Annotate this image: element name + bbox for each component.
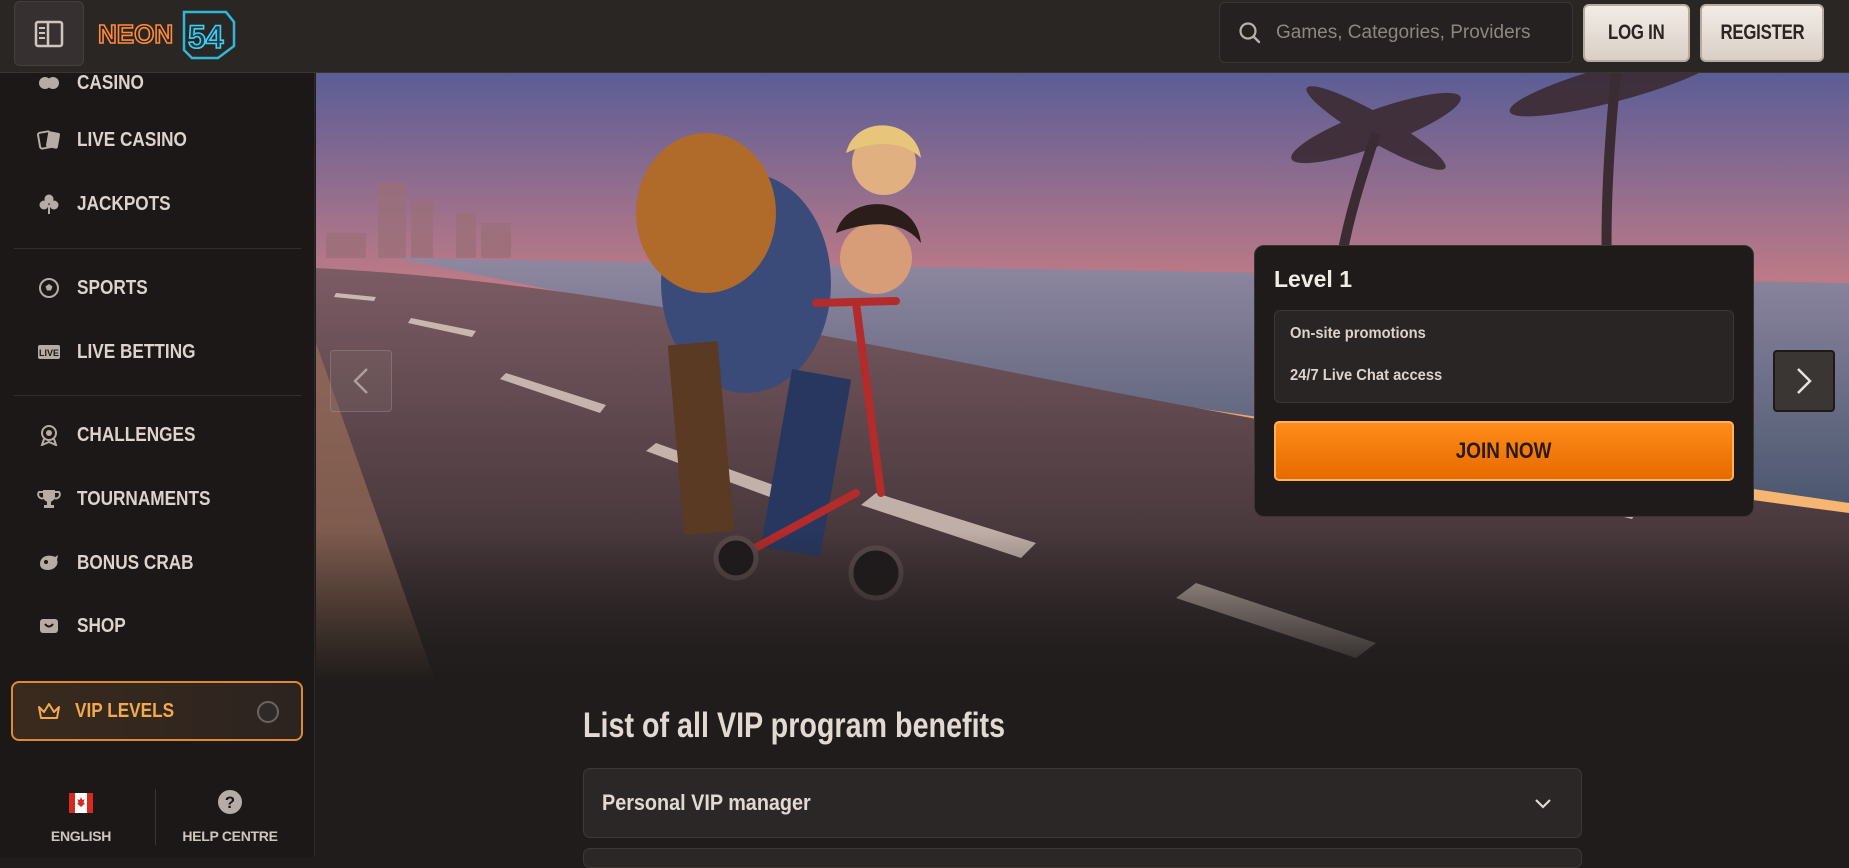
cards-icon: [36, 127, 62, 153]
sidebar: CASINO LIVE CASINO JACKPOTS SPORTS LIVE …: [0, 72, 315, 857]
sidebar-item-challenges[interactable]: CHALLENGES: [0, 407, 315, 463]
perk-item: 24/7 Live Chat access: [1290, 367, 1443, 384]
sidebar-item-label: CHALLENGES: [77, 423, 196, 446]
login-label: LOG IN: [1608, 21, 1665, 44]
sidebar-divider: [14, 248, 301, 249]
crown-icon: [38, 703, 60, 719]
crab-icon: [36, 550, 62, 576]
sidebar-item-label: JACKPOTS: [77, 192, 171, 215]
perk-item: On-site promotions: [1290, 325, 1426, 342]
sidebar-divider: [14, 395, 301, 396]
sidebar-item-label: SPORTS: [77, 276, 148, 299]
carousel-next-button[interactable]: [1773, 350, 1835, 412]
search-input[interactable]: [1276, 21, 1556, 44]
chevron-right-icon: [1797, 368, 1812, 394]
sidebar-item-label: SHOP: [77, 614, 126, 637]
accordion-next-item[interactable]: [583, 848, 1582, 868]
svg-text:?: ?: [225, 793, 235, 812]
sidebar-item-live-casino[interactable]: LIVE CASINO: [0, 112, 315, 168]
svg-text:LIVE: LIVE: [39, 348, 59, 358]
language-selector[interactable]: ENGLISH: [6, 773, 156, 844]
shop-icon: [36, 613, 62, 639]
sidebar-item-label: TOURNAMENTS: [77, 487, 211, 510]
help-centre-link[interactable]: ? HELP CENTRE: [155, 773, 305, 844]
sidebar-item-shop[interactable]: SHOP: [0, 598, 315, 654]
sidebar-item-sports[interactable]: SPORTS: [0, 260, 315, 316]
register-label: REGISTER: [1720, 21, 1804, 44]
join-now-button[interactable]: JOIN NOW: [1274, 421, 1734, 481]
vip-levels-label: VIP LEVELS: [75, 699, 175, 722]
vip-levels-button[interactable]: VIP LEVELS: [11, 681, 303, 741]
level-title: Level 1: [1274, 266, 1352, 292]
sidebar-item-jackpots[interactable]: JACKPOTS: [0, 176, 315, 232]
register-button[interactable]: REGISTER: [1700, 4, 1824, 62]
sidebar-item-label: LIVE BETTING: [77, 340, 196, 363]
vip-badge-icon: [257, 701, 279, 723]
chevron-left-icon: [353, 368, 368, 394]
svg-text:NEON: NEON: [98, 19, 173, 49]
sidebar-item-bonus-crab[interactable]: BONUS CRAB: [0, 535, 315, 591]
canada-flag-icon: [69, 793, 93, 813]
sidebar-footer: ENGLISH ? HELP CENTRE: [0, 773, 315, 857]
vip-level-card: Level 1 On-site promotions 24/7 Live Cha…: [1254, 245, 1754, 517]
join-now-label: JOIN NOW: [1456, 438, 1552, 463]
language-label: ENGLISH: [50, 828, 112, 844]
search-icon: [1239, 21, 1261, 43]
sidebar-item-tournaments[interactable]: TOURNAMENTS: [0, 471, 315, 527]
clover-icon: [36, 191, 62, 217]
benefits-heading: List of all VIP program benefits: [583, 706, 1006, 745]
sidebar-item-label: BONUS CRAB: [77, 551, 194, 574]
brand-logo[interactable]: NEON 54: [96, 8, 236, 60]
svg-text:54: 54: [188, 19, 224, 55]
search-bar[interactable]: [1219, 2, 1573, 63]
soccer-ball-icon: [36, 275, 62, 301]
help-icon: ?: [218, 790, 242, 814]
sidebar-item-label: LIVE CASINO: [77, 128, 187, 151]
casino-icon: [36, 70, 62, 96]
sidebar-toggle-icon: [34, 20, 64, 47]
help-centre-label: HELP CENTRE: [182, 828, 278, 844]
accordion-personal-vip-manager[interactable]: Personal VIP manager: [583, 768, 1582, 838]
perks-list: On-site promotions 24/7 Live Chat access: [1274, 310, 1734, 403]
live-icon: LIVE: [36, 339, 62, 365]
target-icon: [36, 422, 62, 448]
sidebar-item-label: CASINO: [77, 71, 144, 94]
sidebar-item-casino[interactable]: CASINO: [0, 55, 315, 111]
sidebar-item-live-betting[interactable]: LIVE LIVE BETTING: [0, 324, 315, 380]
carousel-prev-button[interactable]: [330, 350, 392, 412]
login-button[interactable]: LOG IN: [1583, 4, 1690, 62]
trophy-icon: [36, 486, 62, 512]
chevron-down-icon: [1535, 799, 1551, 809]
accordion-label: Personal VIP manager: [602, 790, 811, 815]
